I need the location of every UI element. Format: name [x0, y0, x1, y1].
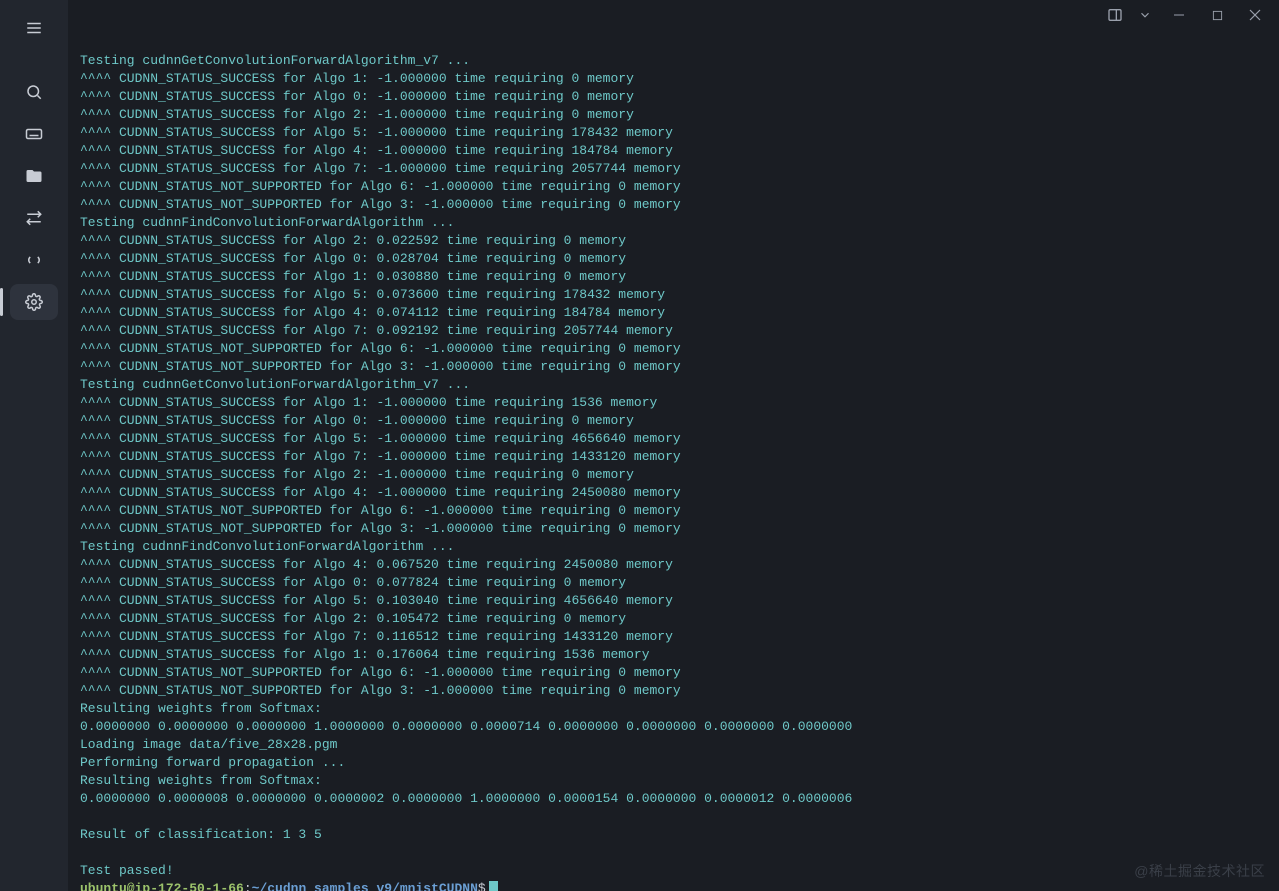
terminal-line: ^^^^ CUDNN_STATUS_SUCCESS for Algo 2: -1…: [80, 466, 1267, 484]
terminal-line: ^^^^ CUDNN_STATUS_NOT_SUPPORTED for Algo…: [80, 664, 1267, 682]
terminal-line: [80, 34, 1267, 52]
menu-icon: [25, 19, 43, 37]
code-icon: [25, 251, 43, 269]
close-icon: [1249, 9, 1261, 21]
terminal-line: ^^^^ CUDNN_STATUS_NOT_SUPPORTED for Algo…: [80, 178, 1267, 196]
files-icon: [25, 167, 43, 185]
terminal-line: ^^^^ CUDNN_STATUS_SUCCESS for Algo 2: 0.…: [80, 232, 1267, 250]
terminal-line: ^^^^ CUDNN_STATUS_SUCCESS for Algo 7: -1…: [80, 160, 1267, 178]
prompt-colon: :: [244, 880, 252, 891]
prompt-path: ~/cudnn_samples_v9/mnistCUDNN: [252, 880, 478, 891]
panel-toggle-button[interactable]: [1101, 0, 1129, 30]
titlebar: [68, 0, 1279, 30]
terminal-line: ^^^^ CUDNN_STATUS_NOT_SUPPORTED for Algo…: [80, 340, 1267, 358]
terminal-line: Performing forward propagation ...: [80, 754, 1267, 772]
terminal-prompt[interactable]: ubuntu@ip-172-50-1-66:~/cudnn_samples_v9…: [80, 880, 1267, 891]
terminal-line: ^^^^ CUDNN_STATUS_NOT_SUPPORTED for Algo…: [80, 502, 1267, 520]
sidebar-item-settings[interactable]: [10, 284, 58, 320]
terminal-line: ^^^^ CUDNN_STATUS_SUCCESS for Algo 5: 0.…: [80, 286, 1267, 304]
terminal-line: ^^^^ CUDNN_STATUS_SUCCESS for Algo 1: 0.…: [80, 646, 1267, 664]
terminal-line: Testing cudnnGetConvolutionForwardAlgori…: [80, 52, 1267, 70]
sidebar-item-transfer[interactable]: [10, 200, 58, 236]
terminal-line: ^^^^ CUDNN_STATUS_SUCCESS for Algo 0: -1…: [80, 88, 1267, 106]
terminal-line: ^^^^ CUDNN_STATUS_SUCCESS for Algo 1: -1…: [80, 394, 1267, 412]
terminal-line: ^^^^ CUDNN_STATUS_SUCCESS for Algo 4: -1…: [80, 484, 1267, 502]
terminal-line: ^^^^ CUDNN_STATUS_SUCCESS for Algo 0: 0.…: [80, 250, 1267, 268]
terminal-line: [80, 808, 1267, 826]
terminal-line: Testing cudnnFindConvolutionForwardAlgor…: [80, 214, 1267, 232]
cursor-icon: [489, 881, 498, 891]
terminal-line: Loading image data/five_28x28.pgm: [80, 736, 1267, 754]
terminal-line: ^^^^ CUDNN_STATUS_NOT_SUPPORTED for Algo…: [80, 520, 1267, 538]
sidebar-item-code[interactable]: [10, 242, 58, 278]
terminal-line: 0.0000000 0.0000000 0.0000000 1.0000000 …: [80, 718, 1267, 736]
dropdown-button[interactable]: [1131, 0, 1159, 30]
sidebar-item-keyboard[interactable]: [10, 116, 58, 152]
terminal-line: ^^^^ CUDNN_STATUS_SUCCESS for Algo 5: 0.…: [80, 592, 1267, 610]
maximize-icon: [1212, 10, 1223, 21]
terminal-line: ^^^^ CUDNN_STATUS_SUCCESS for Algo 5: -1…: [80, 430, 1267, 448]
maximize-button[interactable]: [1199, 0, 1235, 30]
terminal-line: ^^^^ CUDNN_STATUS_SUCCESS for Algo 7: -1…: [80, 448, 1267, 466]
sidebar-item-files[interactable]: [10, 158, 58, 194]
terminal-line: Resulting weights from Softmax:: [80, 772, 1267, 790]
transfer-icon: [25, 209, 43, 227]
terminal-line: ^^^^ CUDNN_STATUS_SUCCESS for Algo 7: 0.…: [80, 322, 1267, 340]
terminal-line: ^^^^ CUDNN_STATUS_SUCCESS for Algo 2: -1…: [80, 106, 1267, 124]
terminal-line: ^^^^ CUDNN_STATUS_SUCCESS for Algo 1: 0.…: [80, 268, 1267, 286]
terminal-line: ^^^^ CUDNN_STATUS_SUCCESS for Algo 4: 0.…: [80, 304, 1267, 322]
minimize-button[interactable]: [1161, 0, 1197, 30]
terminal-line: ^^^^ CUDNN_STATUS_SUCCESS for Algo 1: -1…: [80, 70, 1267, 88]
terminal-line: [80, 844, 1267, 862]
keyboard-icon: [25, 125, 43, 143]
main-area: Testing cudnnGetConvolutionForwardAlgori…: [68, 0, 1279, 891]
terminal-line: Resulting weights from Softmax:: [80, 700, 1267, 718]
panel-toggle-icon: [1107, 7, 1123, 23]
terminal-line: Result of classification: 1 3 5: [80, 826, 1267, 844]
prompt-dollar: $: [478, 880, 486, 891]
app-root: Testing cudnnGetConvolutionForwardAlgori…: [0, 0, 1279, 891]
terminal-line: Testing cudnnFindConvolutionForwardAlgor…: [80, 538, 1267, 556]
terminal-line: ^^^^ CUDNN_STATUS_SUCCESS for Algo 0: 0.…: [80, 574, 1267, 592]
prompt-user: ubuntu@ip-172-50-1-66: [80, 880, 244, 891]
terminal-line: ^^^^ CUDNN_STATUS_NOT_SUPPORTED for Algo…: [80, 196, 1267, 214]
terminal-line: Testing cudnnGetConvolutionForwardAlgori…: [80, 376, 1267, 394]
sidebar-item-search[interactable]: [10, 74, 58, 110]
minimize-icon: [1173, 9, 1185, 21]
terminal-line: ^^^^ CUDNN_STATUS_SUCCESS for Algo 4: 0.…: [80, 556, 1267, 574]
chevron-down-icon: [1138, 8, 1152, 22]
sidebar: [0, 0, 68, 891]
terminal-line: ^^^^ CUDNN_STATUS_NOT_SUPPORTED for Algo…: [80, 358, 1267, 376]
terminal-line: ^^^^ CUDNN_STATUS_SUCCESS for Algo 0: -1…: [80, 412, 1267, 430]
sidebar-item-menu[interactable]: [10, 10, 58, 46]
terminal-line: ^^^^ CUDNN_STATUS_SUCCESS for Algo 5: -1…: [80, 124, 1267, 142]
terminal-output[interactable]: Testing cudnnGetConvolutionForwardAlgori…: [68, 30, 1279, 891]
close-button[interactable]: [1237, 0, 1273, 30]
terminal-line: ^^^^ CUDNN_STATUS_SUCCESS for Algo 2: 0.…: [80, 610, 1267, 628]
search-icon: [25, 83, 43, 101]
terminal-line: 0.0000000 0.0000008 0.0000000 0.0000002 …: [80, 790, 1267, 808]
settings-icon: [25, 293, 43, 311]
terminal-line: ^^^^ CUDNN_STATUS_NOT_SUPPORTED for Algo…: [80, 682, 1267, 700]
terminal-line: ^^^^ CUDNN_STATUS_SUCCESS for Algo 4: -1…: [80, 142, 1267, 160]
terminal-line: Test passed!: [80, 862, 1267, 880]
terminal-line: ^^^^ CUDNN_STATUS_SUCCESS for Algo 7: 0.…: [80, 628, 1267, 646]
